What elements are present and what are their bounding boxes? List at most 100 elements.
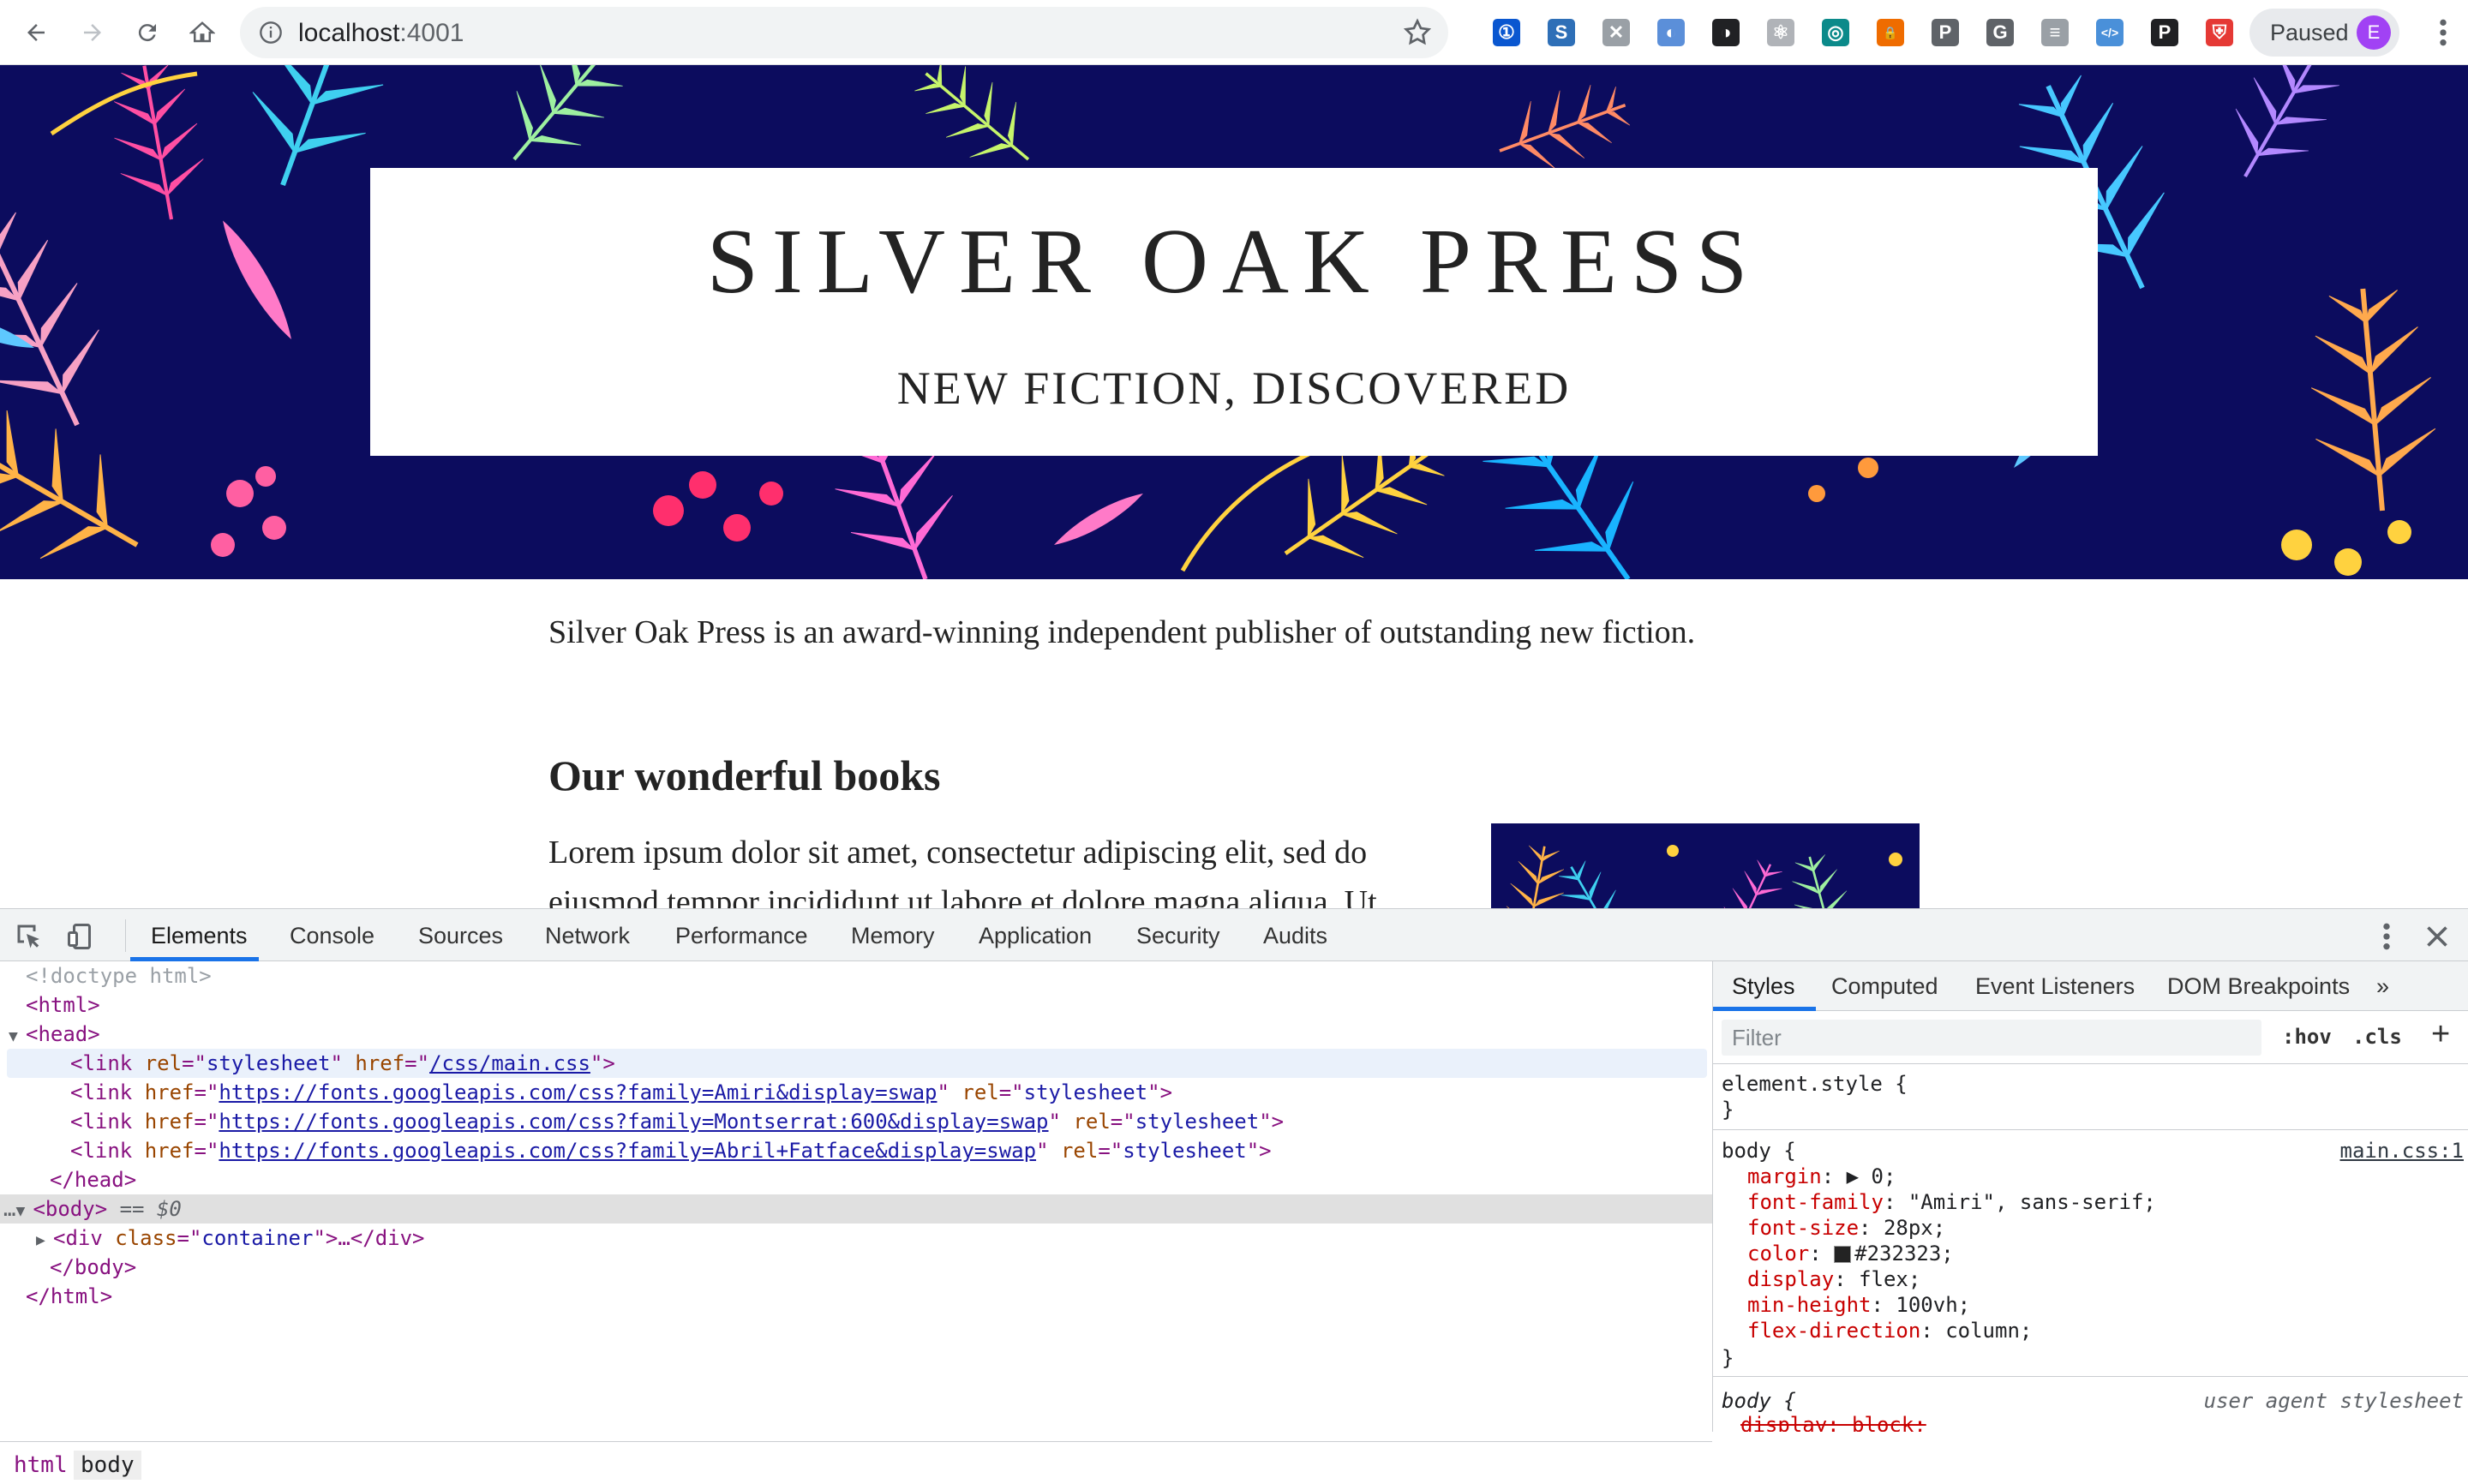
1password-icon[interactable]: ①	[1493, 19, 1520, 46]
property-name[interactable]: min-height	[1747, 1293, 1872, 1317]
abril-font-link[interactable]: https://fonts.googleapis.com/css?family=…	[219, 1139, 1036, 1163]
blue-globe-icon[interactable]: ◐	[1657, 19, 1685, 46]
shield-extension-icon[interactable]: ⛨	[2206, 19, 2233, 46]
link-node-main-css[interactable]: <link rel="stylesheet" href="/css/main.c…	[7, 1049, 1707, 1078]
tab-performance[interactable]: Performance	[675, 923, 808, 949]
tab-console[interactable]: Console	[290, 923, 374, 949]
device-toolbar-icon[interactable]	[65, 921, 96, 952]
filter-row: Filter :hov .cls +	[1713, 1011, 2468, 1064]
head-node[interactable]: ▼ <head>	[0, 1020, 1712, 1049]
info-icon[interactable]	[259, 21, 283, 45]
hover-state-toggle[interactable]: :hov	[2282, 1025, 2332, 1049]
amiri-font-link[interactable]: https://fonts.googleapis.com/css?family=…	[219, 1080, 937, 1104]
new-rule-icon[interactable]: +	[2431, 1016, 2450, 1053]
tab-computed[interactable]: Computed	[1831, 973, 1938, 1000]
star-icon[interactable]	[1402, 17, 1433, 48]
reload-button[interactable]	[127, 12, 168, 53]
tab-sources[interactable]: Sources	[418, 923, 503, 949]
html-node[interactable]: <html>	[0, 990, 1712, 1020]
address-bar[interactable]: localhost:4001	[240, 7, 1448, 58]
color-swatch[interactable]	[1834, 1246, 1852, 1263]
p-extension-icon[interactable]: P	[1932, 19, 1959, 46]
tab-event-listeners[interactable]: Event Listeners	[1975, 973, 2135, 1000]
expand-triangle-icon[interactable]: ▼	[15, 1197, 33, 1226]
devtools-menu-icon[interactable]	[2374, 919, 2399, 954]
property-name[interactable]: margin	[1747, 1164, 1822, 1188]
class-toggle[interactable]: .cls	[2352, 1025, 2402, 1049]
forward-button[interactable]	[72, 12, 113, 53]
breadcrumb-html[interactable]: html	[7, 1451, 75, 1480]
back-button[interactable]	[15, 12, 57, 53]
toolbar-divider	[125, 919, 126, 952]
property-name[interactable]: flex-direction	[1747, 1319, 1920, 1343]
lock-extension-icon[interactable]: 🔒	[1877, 19, 1904, 46]
property-name[interactable]: display	[1747, 1267, 1834, 1291]
tab-memory[interactable]: Memory	[851, 923, 935, 949]
css-property-margin[interactable]: margin: ▶ 0;	[1747, 1164, 1896, 1189]
montserrat-font-link[interactable]: https://fonts.googleapis.com/css?family=…	[219, 1110, 1048, 1134]
html-close-node[interactable]: </html>	[0, 1282, 1712, 1311]
expand-triangle-icon[interactable]: ▼	[9, 1022, 26, 1051]
breadcrumb-body[interactable]: body	[74, 1451, 141, 1480]
css-property-color[interactable]: color: #232323;	[1747, 1241, 1954, 1266]
css-property-font-size[interactable]: font-size: 28px;	[1747, 1215, 1945, 1241]
teal-square-icon[interactable]: ◎	[1822, 19, 1849, 46]
pinboard-icon[interactable]: P	[2151, 19, 2178, 46]
property-name[interactable]: font-family	[1747, 1190, 1884, 1214]
ua-rule-selector[interactable]: body {	[1722, 1388, 1796, 1414]
css-property-font-family[interactable]: font-family: "Amiri", sans-serif;	[1747, 1189, 2156, 1215]
x-extension-icon[interactable]: ✕	[1602, 19, 1630, 46]
property-value[interactable]: flex;	[1859, 1267, 1920, 1291]
tab-security[interactable]: Security	[1136, 923, 1220, 949]
dark-mode-icon[interactable]: ◑	[1712, 19, 1740, 46]
doctype-node[interactable]: <!doctype html>	[0, 961, 1712, 990]
css-property-display[interactable]: display: flex;	[1747, 1266, 1920, 1292]
property-value[interactable]: 100vh;	[1896, 1293, 1970, 1317]
tab-application[interactable]: Application	[979, 923, 1092, 949]
g-extension-icon[interactable]: G	[1986, 19, 2014, 46]
stylesheet-link[interactable]: /css/main.css	[429, 1051, 590, 1075]
tab-styles[interactable]: Styles	[1732, 973, 1795, 1000]
element-style-selector[interactable]: element.style {	[1722, 1071, 1908, 1097]
s-extension-icon[interactable]: S	[1548, 19, 1575, 46]
more-tabs-chevron-icon[interactable]: »	[2376, 973, 2389, 1000]
body-close-node[interactable]: </body>	[0, 1253, 1712, 1282]
bars-extension-icon[interactable]: ≡	[2041, 19, 2069, 46]
property-value[interactable]: #232323;	[1854, 1242, 1954, 1266]
tab-elements[interactable]: Elements	[151, 923, 248, 949]
arrow-right-icon	[84, 24, 101, 41]
css-property-min-height[interactable]: min-height: 100vh;	[1747, 1292, 1970, 1318]
property-name[interactable]: font-size	[1747, 1216, 1859, 1240]
property-name[interactable]: color	[1747, 1242, 1809, 1266]
home-button[interactable]	[182, 12, 223, 53]
body-rule-selector[interactable]: body {	[1722, 1138, 1796, 1164]
link-node-abril[interactable]: <link href="https://fonts.googleapis.com…	[0, 1136, 1712, 1165]
url-port: :4001	[399, 19, 464, 47]
sidebar-tabbar: Styles Computed Event Listeners DOM Brea…	[1713, 961, 2468, 1011]
body-node[interactable]: …▼ <body> == $0	[0, 1194, 1712, 1224]
collapsed-triangle-icon[interactable]: ▶	[36, 1226, 53, 1255]
profile-button[interactable]: Paused E	[2249, 9, 2399, 57]
div-container-node[interactable]: ▶ <div class="container">…</div>	[0, 1224, 1712, 1253]
inspect-element-icon[interactable]	[14, 921, 45, 952]
link-node-montserrat[interactable]: <link href="https://fonts.googleapis.com…	[0, 1107, 1712, 1136]
tab-network[interactable]: Network	[545, 923, 630, 949]
ua-source-label: user agent stylesheet	[2203, 1389, 2464, 1413]
css-property-flex-direction[interactable]: flex-direction: column;	[1747, 1318, 2032, 1343]
body-rule-source-link[interactable]: main.css:1	[2340, 1138, 2465, 1164]
styles-filter-input[interactable]: Filter	[1722, 1020, 2261, 1056]
react-devtools-icon[interactable]: ⚛	[1767, 19, 1794, 46]
tab-audits[interactable]: Audits	[1263, 923, 1327, 949]
floral-thumbnail-image	[1499, 840, 1902, 908]
close-icon[interactable]	[2422, 921, 2453, 952]
property-value[interactable]: ▶ 0;	[1847, 1164, 1896, 1188]
link-node-amiri[interactable]: <link href="https://fonts.googleapis.com…	[0, 1078, 1712, 1107]
code-extension-icon[interactable]: </>	[2096, 19, 2124, 46]
property-value[interactable]: column;	[1945, 1319, 2032, 1343]
head-close-node[interactable]: </head>	[0, 1165, 1712, 1194]
property-value[interactable]: "Amiri", sans-serif;	[1908, 1190, 2156, 1214]
ua-display-property[interactable]: display: block;	[1740, 1412, 1926, 1432]
tab-dom-breakpoints[interactable]: DOM Breakpoints	[2167, 973, 2350, 1000]
browser-menu-icon[interactable]	[2430, 15, 2456, 50]
property-value[interactable]: 28px;	[1884, 1216, 1945, 1240]
